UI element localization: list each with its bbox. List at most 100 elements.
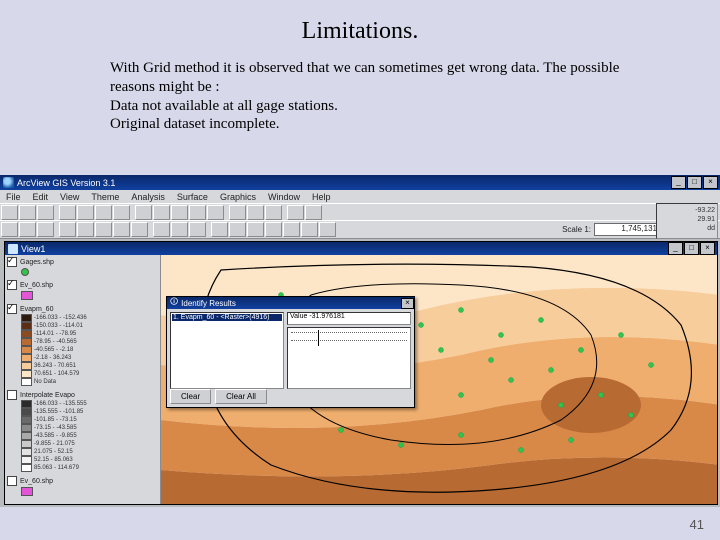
view-title: View1 xyxy=(21,244,45,254)
toolbar-row-2: Scale 1: 1,745,131 xyxy=(0,220,720,239)
identify-results-window[interactable]: 🛈 Identify Results × 1. Evapm_60 - <Rast… xyxy=(166,296,415,408)
coord-y: 29.91 xyxy=(659,215,715,224)
close-button[interactable]: × xyxy=(703,176,718,189)
page-number: 41 xyxy=(690,517,704,532)
identify-attribute-grid[interactable] xyxy=(287,327,411,389)
layer-name: Ev_60.shp xyxy=(20,282,53,289)
select-icon[interactable] xyxy=(153,222,170,237)
coord-unit: dd xyxy=(659,224,715,233)
hotlink-icon[interactable] xyxy=(229,222,246,237)
chart-icon[interactable] xyxy=(229,205,246,220)
view-icon xyxy=(8,244,18,254)
print-icon[interactable] xyxy=(37,205,54,220)
coordinate-readout: -93.22 29.91 dd xyxy=(656,203,718,239)
class-range: 85.063 - 114.679 xyxy=(34,465,79,471)
app-title: ArcView GIS Version 3.1 xyxy=(17,178,670,188)
layer-name: Ev_60.shp xyxy=(20,478,53,485)
help-icon[interactable] xyxy=(305,205,322,220)
layer-checkbox[interactable] xyxy=(7,476,17,486)
menu-window[interactable]: Window xyxy=(268,192,300,202)
class-range: -78.95 - -40.565 xyxy=(34,339,77,345)
identify-selected-row[interactable]: 1. Evapm_60 - <Raster>(4916) xyxy=(172,314,282,321)
class-range: 36.243 - 70.651 xyxy=(34,363,76,369)
draw-point-icon[interactable] xyxy=(283,222,300,237)
scale-value[interactable]: 1,745,131 xyxy=(594,223,660,236)
open-icon[interactable] xyxy=(1,205,18,220)
menu-view[interactable]: View xyxy=(60,192,79,202)
save-icon[interactable] xyxy=(19,205,36,220)
minimize-button[interactable]: _ xyxy=(671,176,686,189)
add-theme-icon[interactable] xyxy=(135,205,152,220)
slide-para-3: Original dataset incomplete. xyxy=(110,115,640,134)
identify-feature-list[interactable]: 1. Evapm_60 - <Raster>(4916) xyxy=(170,312,284,389)
clear-sel-icon[interactable] xyxy=(189,222,206,237)
menu-file[interactable]: File xyxy=(6,192,21,202)
label-icon[interactable] xyxy=(247,222,264,237)
coord-x: -93.22 xyxy=(659,206,715,215)
pan-icon[interactable] xyxy=(37,222,54,237)
maximize-button[interactable]: □ xyxy=(687,176,702,189)
menu-theme[interactable]: Theme xyxy=(91,192,119,202)
zoom-in-icon[interactable] xyxy=(59,222,76,237)
zoom-out-icon[interactable] xyxy=(77,222,94,237)
view-close-button[interactable]: × xyxy=(700,242,715,255)
class-range: -166.033 - -135.555 xyxy=(34,401,87,407)
layer-checkbox[interactable] xyxy=(7,390,17,400)
hammer-icon[interactable] xyxy=(265,205,282,220)
cut-icon[interactable] xyxy=(59,205,76,220)
embedded-screenshot: ArcView GIS Version 3.1 _ □ × File Edit … xyxy=(0,175,720,507)
layer-checkbox[interactable] xyxy=(7,304,17,314)
class-range: -40.565 - -2.18 xyxy=(34,347,73,353)
identify-icon[interactable] xyxy=(19,222,36,237)
layer-checkbox[interactable] xyxy=(7,280,17,290)
theme-props-icon[interactable] xyxy=(153,205,170,220)
menu-surface[interactable]: Surface xyxy=(177,192,208,202)
layout-icon[interactable] xyxy=(247,205,264,220)
layer-evapm60[interactable]: Evapm_60 -166.033 - -152.436 -150.033 - … xyxy=(7,304,158,386)
paste-icon[interactable] xyxy=(95,205,112,220)
draw-line-icon[interactable] xyxy=(301,222,318,237)
layer-checkbox[interactable] xyxy=(7,257,17,267)
zoom-prev-icon[interactable] xyxy=(113,222,130,237)
layer-ev60-2[interactable]: Ev_60.shp xyxy=(7,476,158,496)
copy-icon[interactable] xyxy=(77,205,94,220)
select-rect-icon[interactable] xyxy=(171,222,188,237)
identify-clear-all-button[interactable]: Clear All xyxy=(215,389,267,404)
menu-analysis[interactable]: Analysis xyxy=(131,192,165,202)
layer-name: Interpolate Evapo xyxy=(20,392,75,399)
layer-gages[interactable]: Gages.shp xyxy=(7,257,158,276)
menu-edit[interactable]: Edit xyxy=(33,192,49,202)
menubar: File Edit View Theme Analysis Surface Gr… xyxy=(0,190,720,203)
find-icon[interactable] xyxy=(189,205,206,220)
class-range: -2.18 - 36.243 xyxy=(34,355,71,361)
layer-interpolate-evapo[interactable]: Interpolate Evapo -166.033 - -135.555 -1… xyxy=(7,390,158,472)
class-range: -166.033 - -152.436 xyxy=(34,315,87,321)
identify-close-button[interactable]: × xyxy=(401,298,414,309)
help-pointer-icon[interactable] xyxy=(287,205,304,220)
table-icon[interactable] xyxy=(171,205,188,220)
draw-poly-icon[interactable] xyxy=(319,222,336,237)
pointer-icon[interactable] xyxy=(1,222,18,237)
table-of-contents: Gages.shp Ev_60.shp xyxy=(5,255,161,504)
class-range: -135.555 - -101.85 xyxy=(34,409,83,415)
class-range: 52.15 - 85.063 xyxy=(34,457,73,463)
class-range: No Data xyxy=(34,379,56,385)
class-range: 70.651 - 104.579 xyxy=(34,371,79,377)
view-minimize-button[interactable]: _ xyxy=(668,242,683,255)
text-icon[interactable] xyxy=(265,222,282,237)
menu-help[interactable]: Help xyxy=(312,192,331,202)
class-range: -150.033 - -114.01 xyxy=(34,323,83,329)
slide-para-2: Data not available at all gage stations. xyxy=(110,97,640,116)
scale-label: Scale 1: xyxy=(562,225,591,234)
zoom-sel-icon[interactable] xyxy=(131,222,148,237)
query-icon[interactable] xyxy=(207,205,224,220)
layer-swatch xyxy=(21,268,29,276)
view-titlebar: View1 _ □ × xyxy=(5,242,717,255)
menu-graphics[interactable]: Graphics xyxy=(220,192,256,202)
identify-clear-button[interactable]: Clear xyxy=(170,389,211,404)
layer-ev60[interactable]: Ev_60.shp xyxy=(7,280,158,300)
view-maximize-button[interactable]: □ xyxy=(684,242,699,255)
zoom-full-icon[interactable] xyxy=(95,222,112,237)
measure-icon[interactable] xyxy=(211,222,228,237)
undo-icon[interactable] xyxy=(113,205,130,220)
